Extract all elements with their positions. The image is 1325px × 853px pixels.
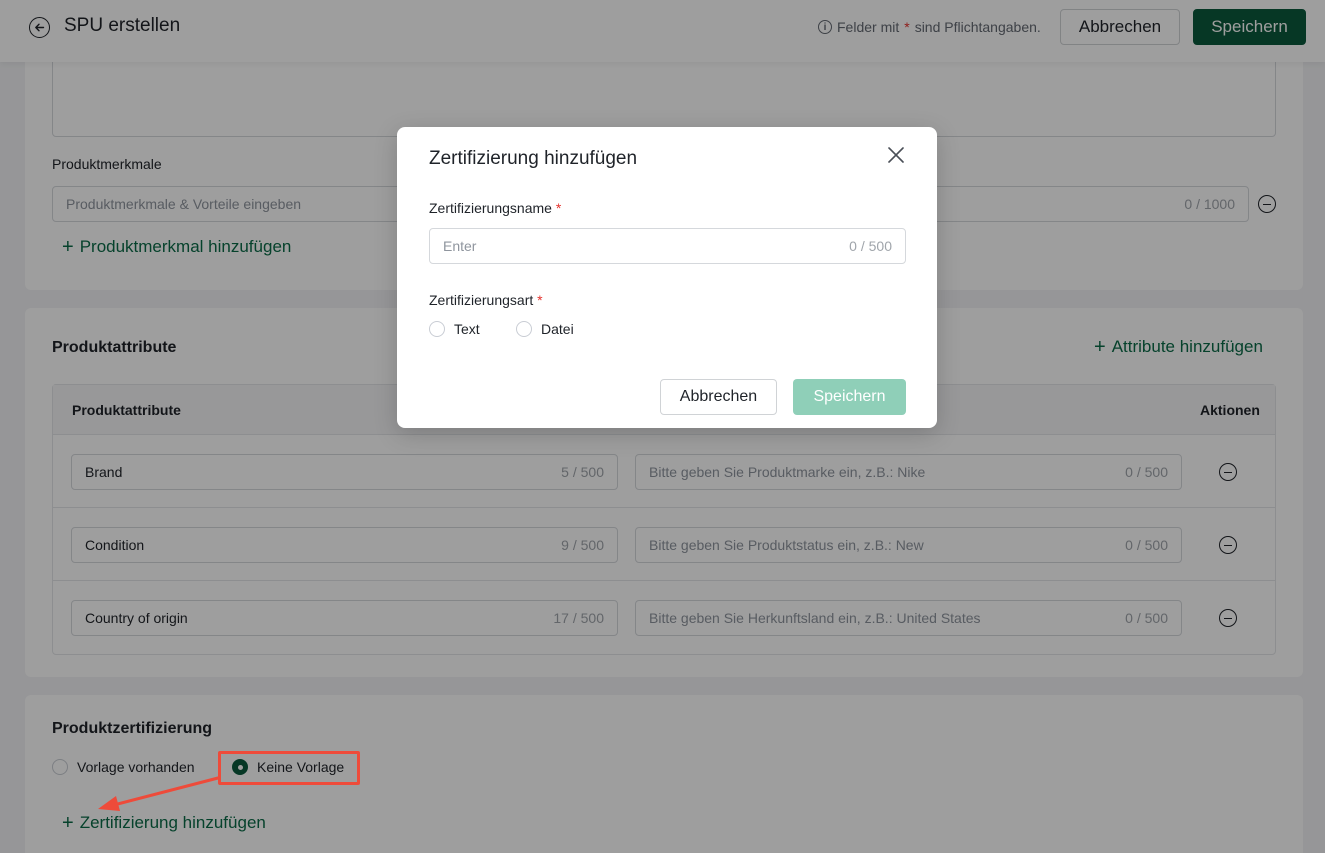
close-icon[interactable] xyxy=(887,146,905,164)
required-star: * xyxy=(537,292,543,308)
required-star: * xyxy=(555,200,562,216)
certification-name-counter: 0 / 500 xyxy=(849,238,892,254)
radio-label: Text xyxy=(454,321,480,337)
radio-circle xyxy=(516,321,532,337)
annotation-arrow-icon xyxy=(98,776,220,811)
radio-type-text[interactable]: Text xyxy=(429,321,480,337)
certification-name-input[interactable]: Enter 0 / 500 xyxy=(429,228,906,264)
certification-name-placeholder: Enter xyxy=(443,238,477,254)
dialog-cancel-button[interactable]: Abbrechen xyxy=(660,379,777,415)
dialog-title: Zertifizierung hinzufügen xyxy=(429,148,638,169)
radio-circle xyxy=(429,321,445,337)
certification-name-label-text: Zertifizierungsname xyxy=(429,200,552,216)
annotation-highlight-box xyxy=(218,751,360,785)
certification-type-label: Zertifizierungsart * xyxy=(429,292,543,308)
add-certification-dialog: Zertifizierung hinzufügen Zertifizierung… xyxy=(397,127,937,428)
radio-label: Datei xyxy=(541,321,574,337)
certification-type-label-text: Zertifizierungsart xyxy=(429,292,534,308)
radio-type-file[interactable]: Datei xyxy=(516,321,574,337)
certification-name-label: Zertifizierungsname * xyxy=(429,200,561,216)
dialog-save-button[interactable]: Speichern xyxy=(793,379,906,415)
